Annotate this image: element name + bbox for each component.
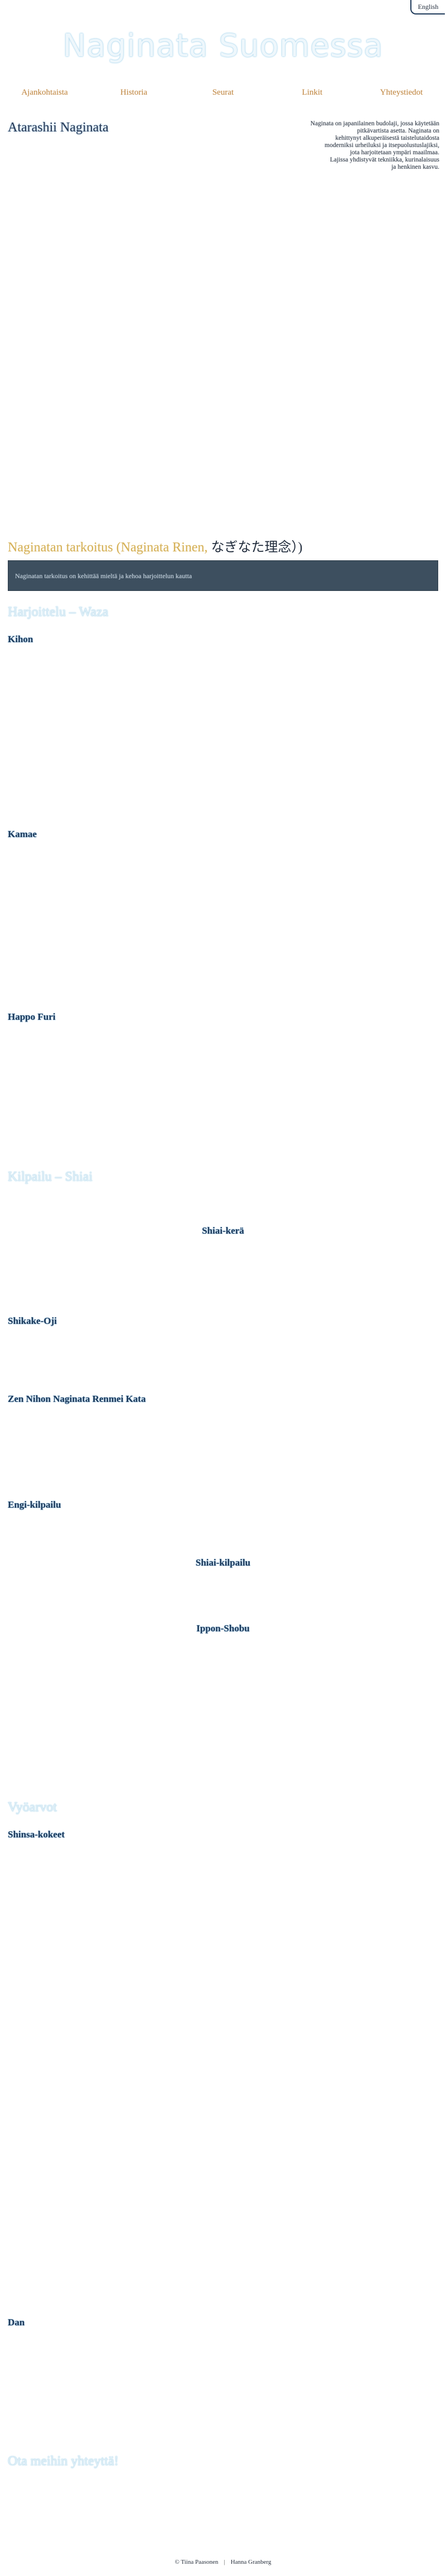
- intro-heading: Atarashii Naginata: [8, 120, 109, 135]
- grades-subheading-dan: Dan: [8, 2317, 25, 2328]
- philosophy-heading: Naginatan tarkoitus (Naginata Rinen, なぎな…: [8, 536, 303, 555]
- footer: © Tiina Paasonen | Hanna Granberg: [0, 2559, 446, 2565]
- footer-separator: |: [224, 2559, 225, 2565]
- intro-line: moderniksi urheiluksi ja itsepuolustusla…: [324, 142, 439, 149]
- shiai-center-heading: Shiai-kilpailu: [195, 1557, 251, 1568]
- nav-item-yhteystiedot[interactable]: Yhteystiedot: [380, 88, 423, 97]
- nav-item-seurat[interactable]: Seurat: [212, 88, 234, 97]
- engi-subheading: Engi-kilpailu: [8, 1499, 61, 1510]
- philosophy-banner: Naginatan tarkoitus on kehittää mieltä j…: [8, 560, 438, 591]
- practice-heading: Harjoittelu – Waza: [8, 605, 109, 619]
- footer-copyright: © Tiina Paasonen: [174, 2559, 219, 2565]
- intro-line: Naginata on japanilainen budolaji, jossa…: [310, 120, 439, 127]
- competition-subheading-kata: Zen Nihon Naginata Renmei Kata: [8, 1394, 146, 1404]
- nav-item-linkit[interactable]: Linkit: [302, 88, 323, 97]
- ippon-shobu-heading: Ippon-Shobu: [196, 1623, 250, 1634]
- contact-heading: Ota meihin yhteyttä!: [8, 2454, 119, 2469]
- practice-subheading-happo-furi: Happo Furi: [8, 1011, 56, 1022]
- intro-line: jota harjoitetaan ympäri maailmaa.: [350, 149, 439, 156]
- language-switch-link[interactable]: English: [410, 0, 445, 14]
- intro-line: pitkävartista asetta. Naginata on: [357, 128, 439, 134]
- competition-heading: Kilpailu – Shiai: [8, 1170, 93, 1184]
- intro-line: Lajissa yhdistyvät tekniikka, kurinalais…: [329, 157, 439, 163]
- nav-item-ajankohtaista[interactable]: Ajankohtaista: [21, 88, 67, 97]
- practice-subheading-kihon: Kihon: [8, 634, 33, 644]
- competition-subheading-engi: Shikake-Oji: [8, 1316, 57, 1326]
- grades-heading: Vyöarvot: [8, 1800, 57, 1815]
- site-title: Naginata Suomessa: [62, 28, 384, 64]
- intro-line: kehittynyt alkuperäisestä taistelutaidos…: [335, 135, 439, 141]
- main-nav: Ajankohtaista Historia Seurat Linkit Yht…: [0, 88, 446, 105]
- philosophy-banner-text: Naginatan tarkoitus on kehittää mieltä j…: [15, 572, 192, 580]
- grades-subheading-shinsa: Shinsa-kokeet: [8, 1829, 65, 1840]
- nav-item-historia[interactable]: Historia: [120, 88, 147, 97]
- practice-subheading-kamae: Kamae: [8, 829, 37, 839]
- intro-line: ja henkinen kasvu.: [391, 164, 439, 170]
- competition-center-heading: Shiai-kerä: [202, 1225, 244, 1236]
- philosophy-heading-jp: なぎなた理念）): [211, 540, 303, 555]
- intro-text: Naginata on japanilainen budolaji, jossa…: [265, 120, 439, 171]
- philosophy-heading-text: Naginatan tarkoitus (Naginata Rinen,: [8, 540, 211, 555]
- footer-author-link[interactable]: Hanna Granberg: [231, 2559, 272, 2565]
